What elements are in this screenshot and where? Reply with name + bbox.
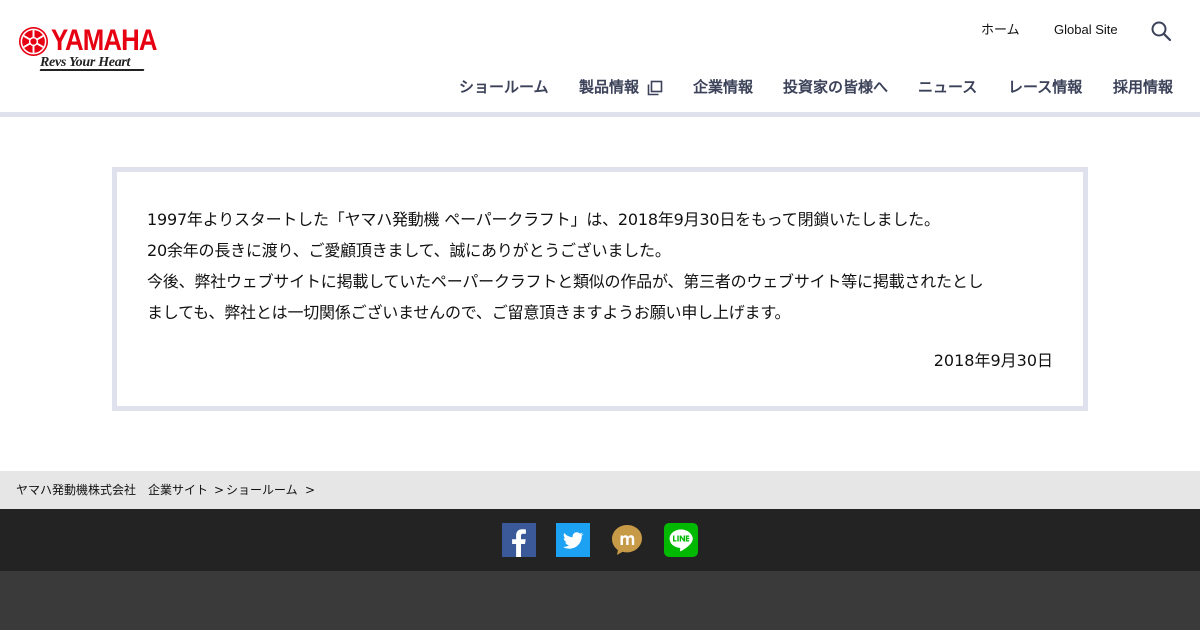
nav-showroom[interactable]: ショールーム — [459, 76, 549, 98]
nav-products[interactable]: 製品情報 — [579, 76, 639, 98]
breadcrumb: ヤマハ発動機株式会社 企業サイト > ショールーム > — [0, 471, 1200, 509]
nav-corporate[interactable]: 企業情報 — [693, 76, 753, 98]
twitter-icon — [556, 523, 590, 557]
tuning-fork-emblem-icon — [18, 26, 49, 57]
site-footer — [0, 571, 1200, 630]
site-header: YAMAHA Revs Your Heart ホーム Global Site シ… — [0, 0, 1200, 112]
mixi-icon — [612, 525, 642, 555]
nav-news[interactable]: ニュース — [918, 76, 977, 98]
twitter-share-button[interactable] — [556, 523, 590, 557]
notice-line: 1997年よりスタートした「ヤマハ発動機 ペーパークラフト」は、2018年9月3… — [147, 210, 940, 229]
global-site-link[interactable]: Global Site — [1054, 20, 1118, 40]
mixi-share-button[interactable] — [610, 523, 644, 557]
header-divider — [0, 112, 1200, 117]
notice-body: 1997年よりスタートした「ヤマハ発動機 ペーパークラフト」は、2018年9月3… — [147, 204, 1057, 328]
line-share-button[interactable] — [664, 523, 698, 557]
notice-line: 20余年の長きに渡り、ご愛顧頂きまして、誠にありがとうございました。 — [147, 241, 671, 260]
search-icon — [1151, 21, 1172, 42]
breadcrumb-separator: > — [305, 483, 316, 497]
notice-line: ましても、弊社とは一切関係ございませんので、ご留意頂きますようお願い申し上げます… — [147, 303, 791, 322]
nav-investors[interactable]: 投資家の皆様へ — [783, 76, 888, 98]
closure-notice-box: 1997年よりスタートした「ヤマハ発動機 ペーパークラフト」は、2018年9月3… — [112, 167, 1088, 411]
logo-brand-text: YAMAHA — [51, 24, 158, 57]
logo-tagline-underline — [39, 69, 145, 71]
breadcrumb-separator: > — [214, 483, 225, 497]
notice-line: 今後、弊社ウェブサイトに掲載していたペーパークラフトと類似の作品が、第三者のウェ… — [147, 272, 984, 291]
line-icon — [664, 523, 698, 557]
facebook-share-button[interactable] — [502, 523, 536, 557]
social-share-bar — [0, 509, 1200, 571]
home-link[interactable]: ホーム — [981, 20, 1020, 40]
breadcrumb-item-showroom[interactable]: ショールーム — [226, 482, 298, 498]
breadcrumb-item-company[interactable]: ヤマハ発動機株式会社 企業サイト — [16, 482, 208, 498]
external-link-icon — [647, 80, 663, 96]
search-button[interactable] — [1150, 20, 1172, 42]
nav-recruit[interactable]: 採用情報 — [1113, 76, 1173, 98]
nav-race[interactable]: レース情報 — [1008, 76, 1082, 98]
facebook-icon — [502, 523, 536, 557]
notice-date: 2018年9月30日 — [933, 351, 1053, 370]
yamaha-logo[interactable]: YAMAHA Revs Your Heart — [18, 24, 158, 74]
